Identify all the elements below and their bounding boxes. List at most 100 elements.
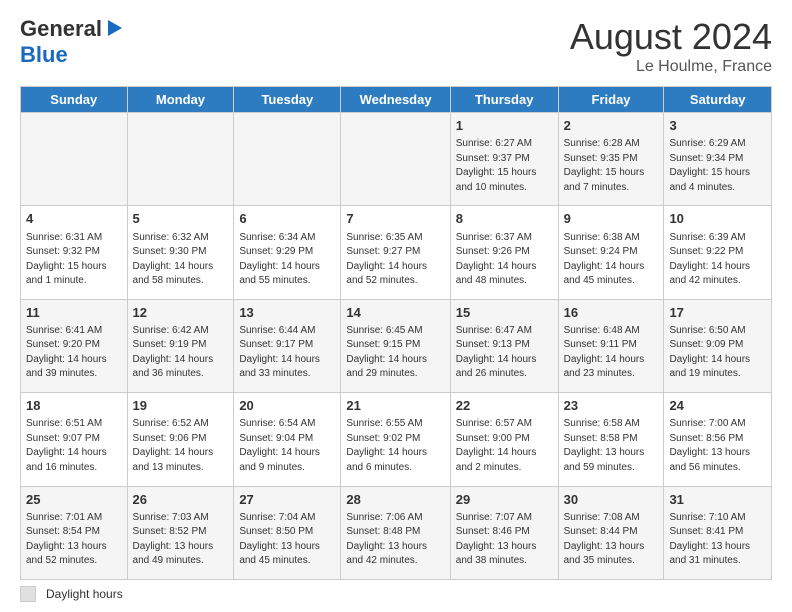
- day-cell-3-1: 11 Sunrise: 6:41 AMSunset: 9:20 PMDayligh…: [21, 299, 128, 392]
- day-cell-3-6: 16Sunrise: 6:48 AMSunset: 9:11 PMDayligh…: [558, 299, 664, 392]
- day-number: 17: [669, 304, 766, 322]
- day-cell-1-3: [234, 113, 341, 206]
- day-info: Sunrise: 6:29 AMSunset: 9:34 PMDaylight:…: [669, 137, 766, 195]
- day-info: Sunrise: 6:52 AMSunset: 9:06 PMDaylight:…: [133, 417, 229, 475]
- day-info: Sunrise: 7:06 AMSunset: 8:48 PMDaylight:…: [346, 511, 444, 569]
- title-block: August 2024 Le Houlme, France: [570, 16, 772, 76]
- header-tuesday: Tuesday: [234, 87, 341, 113]
- day-info: Sunrise: 6:35 AMSunset: 9:27 PMDaylight:…: [346, 231, 444, 289]
- day-number: 13: [239, 304, 335, 322]
- day-number: 25: [26, 491, 122, 509]
- day-info: Sunrise: 7:04 AMSunset: 8:50 PMDaylight:…: [239, 511, 335, 569]
- day-info: Sunrise: 6:34 AMSunset: 9:29 PMDaylight:…: [239, 231, 335, 289]
- day-info: Sunrise: 6:38 AMSunset: 9:24 PMDaylight:…: [564, 231, 659, 289]
- day-cell-5-4: 28 Sunrise: 7:06 AMSunset: 8:48 PMDayligh…: [341, 486, 450, 579]
- day-number: 23: [564, 397, 659, 415]
- day-info: Sunrise: 6:27 AMSunset: 9:37 PMDaylight:…: [456, 137, 553, 195]
- day-info: Sunrise: 6:51 AMSunset: 9:07 PMDaylight:…: [26, 417, 122, 475]
- day-number: 7: [346, 210, 444, 228]
- day-cell-5-3: 27Sunrise: 7:04 AMSunset: 8:50 PMDayligh…: [234, 486, 341, 579]
- header-sunday: Sunday: [21, 87, 128, 113]
- day-info: Sunrise: 6:32 AMSunset: 9:30 PMDaylight:…: [133, 231, 229, 289]
- day-cell-1-1: [21, 113, 128, 206]
- week-row-2: 4Sunrise: 6:31 AMSunset: 9:32 PMDaylight…: [21, 206, 772, 299]
- day-number: 3: [669, 117, 766, 135]
- logo: General Blue: [20, 16, 126, 68]
- header: General Blue August 2024 Le Houlme, Fran…: [20, 16, 772, 76]
- day-cell-3-3: 13 Sunrise: 6:44 AMSunset: 9:17 PMDayligh…: [234, 299, 341, 392]
- day-info: Sunrise: 7:07 AMSunset: 8:46 PMDaylight:…: [456, 511, 553, 569]
- logo-general-text: General: [20, 16, 102, 42]
- day-cell-5-6: 30Sunrise: 7:08 AMSunset: 8:44 PMDayligh…: [558, 486, 664, 579]
- day-number: 4: [26, 210, 122, 228]
- day-cell-1-2: [127, 113, 234, 206]
- day-number: 18: [26, 397, 122, 415]
- day-number: 19: [133, 397, 229, 415]
- day-info: Sunrise: 6:55 AMSunset: 9:02 PMDaylight:…: [346, 417, 444, 475]
- weekday-header-row: Sunday Monday Tuesday Wednesday Thursday…: [21, 87, 772, 113]
- footer-label: Daylight hours: [46, 587, 123, 601]
- day-number: 28: [346, 491, 444, 509]
- day-number: 26: [133, 491, 229, 509]
- day-cell-3-2: 12 Sunrise: 6:42 AMSunset: 9:19 PMDayligh…: [127, 299, 234, 392]
- day-cell-2-3: 6 Sunrise: 6:34 AMSunset: 9:29 PMDaylight…: [234, 206, 341, 299]
- day-number: 30: [564, 491, 659, 509]
- day-number: 21: [346, 397, 444, 415]
- calendar-location: Le Houlme, France: [570, 58, 772, 76]
- day-cell-4-4: 21 Sunrise: 6:55 AMSunset: 9:02 PMDayligh…: [341, 393, 450, 486]
- day-info: Sunrise: 6:58 AMSunset: 8:58 PMDaylight:…: [564, 417, 659, 475]
- logo-blue-text: Blue: [20, 42, 68, 67]
- day-number: 8: [456, 210, 553, 228]
- day-info: Sunrise: 6:45 AMSunset: 9:15 PMDaylight:…: [346, 324, 444, 382]
- day-cell-4-1: 18 Sunrise: 6:51 AMSunset: 9:07 PMDayligh…: [21, 393, 128, 486]
- day-cell-4-2: 19 Sunrise: 6:52 AMSunset: 9:06 PMDayligh…: [127, 393, 234, 486]
- day-cell-2-4: 7 Sunrise: 6:35 AMSunset: 9:27 PMDaylight…: [341, 206, 450, 299]
- header-monday: Monday: [127, 87, 234, 113]
- logo-arrow-icon: [104, 18, 126, 40]
- day-number: 12: [133, 304, 229, 322]
- page: General Blue August 2024 Le Houlme, Fran…: [0, 0, 792, 612]
- week-row-3: 11 Sunrise: 6:41 AMSunset: 9:20 PMDayligh…: [21, 299, 772, 392]
- footer-legend-box: [20, 586, 36, 602]
- day-info: Sunrise: 6:47 AMSunset: 9:13 PMDaylight:…: [456, 324, 553, 382]
- day-info: Sunrise: 6:28 AMSunset: 9:35 PMDaylight:…: [564, 137, 659, 195]
- day-number: 11: [26, 304, 122, 322]
- day-number: 22: [456, 397, 553, 415]
- day-number: 1: [456, 117, 553, 135]
- day-number: 9: [564, 210, 659, 228]
- day-cell-1-5: 1 Sunrise: 6:27 AMSunset: 9:37 PMDaylight…: [450, 113, 558, 206]
- week-row-4: 18 Sunrise: 6:51 AMSunset: 9:07 PMDayligh…: [21, 393, 772, 486]
- day-cell-4-5: 22Sunrise: 6:57 AMSunset: 9:00 PMDayligh…: [450, 393, 558, 486]
- day-info: Sunrise: 7:10 AMSunset: 8:41 PMDaylight:…: [669, 511, 766, 569]
- day-number: 2: [564, 117, 659, 135]
- day-info: Sunrise: 7:03 AMSunset: 8:52 PMDaylight:…: [133, 511, 229, 569]
- header-saturday: Saturday: [664, 87, 772, 113]
- day-info: Sunrise: 7:00 AMSunset: 8:56 PMDaylight:…: [669, 417, 766, 475]
- day-cell-2-6: 9 Sunrise: 6:38 AMSunset: 9:24 PMDaylight…: [558, 206, 664, 299]
- day-cell-1-4: [341, 113, 450, 206]
- day-cell-5-1: 25Sunrise: 7:01 AMSunset: 8:54 PMDayligh…: [21, 486, 128, 579]
- day-cell-4-6: 23 Sunrise: 6:58 AMSunset: 8:58 PMDayligh…: [558, 393, 664, 486]
- day-cell-2-1: 4Sunrise: 6:31 AMSunset: 9:32 PMDaylight…: [21, 206, 128, 299]
- day-info: Sunrise: 6:41 AMSunset: 9:20 PMDaylight:…: [26, 324, 122, 382]
- day-number: 20: [239, 397, 335, 415]
- day-number: 15: [456, 304, 553, 322]
- day-number: 24: [669, 397, 766, 415]
- day-info: Sunrise: 6:54 AMSunset: 9:04 PMDaylight:…: [239, 417, 335, 475]
- day-number: 31: [669, 491, 766, 509]
- day-cell-3-4: 14 Sunrise: 6:45 AMSunset: 9:15 PMDayligh…: [341, 299, 450, 392]
- day-cell-2-2: 5Sunrise: 6:32 AMSunset: 9:30 PMDaylight…: [127, 206, 234, 299]
- day-info: Sunrise: 6:37 AMSunset: 9:26 PMDaylight:…: [456, 231, 553, 289]
- day-info: Sunrise: 6:42 AMSunset: 9:19 PMDaylight:…: [133, 324, 229, 382]
- day-cell-1-7: 3 Sunrise: 6:29 AMSunset: 9:34 PMDaylight…: [664, 113, 772, 206]
- calendar-table: Sunday Monday Tuesday Wednesday Thursday…: [20, 86, 772, 580]
- footer: Daylight hours: [20, 586, 772, 602]
- day-cell-4-7: 24 Sunrise: 7:00 AMSunset: 8:56 PMDayligh…: [664, 393, 772, 486]
- day-number: 14: [346, 304, 444, 322]
- header-friday: Friday: [558, 87, 664, 113]
- day-cell-4-3: 20 Sunrise: 6:54 AMSunset: 9:04 PMDayligh…: [234, 393, 341, 486]
- day-info: Sunrise: 6:44 AMSunset: 9:17 PMDaylight:…: [239, 324, 335, 382]
- day-cell-2-7: 10Sunrise: 6:39 AMSunset: 9:22 PMDayligh…: [664, 206, 772, 299]
- day-number: 6: [239, 210, 335, 228]
- day-number: 10: [669, 210, 766, 228]
